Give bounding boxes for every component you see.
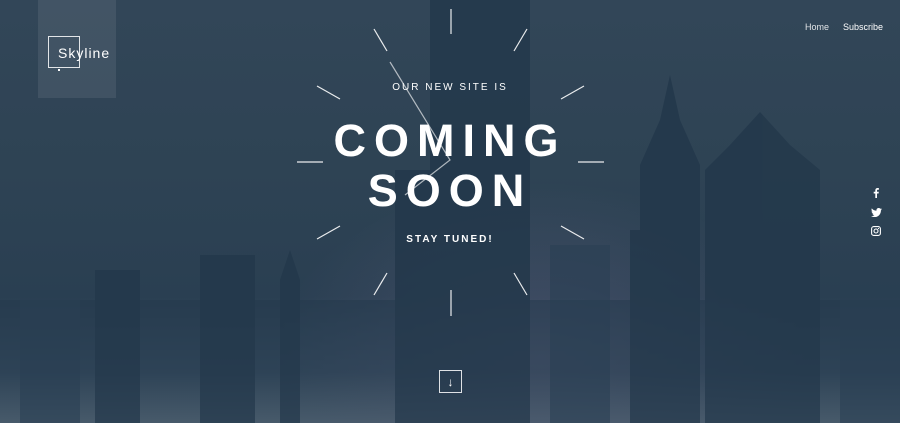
hero-eyebrow: OUR NEW SITE IS: [392, 82, 508, 93]
hero-title: COMING SOON: [0, 116, 900, 216]
arrow-down-icon: ↓: [447, 374, 454, 389]
hero-title-line-2: SOON: [367, 165, 533, 216]
hero-title-line-1: COMING: [333, 115, 567, 166]
scroll-down-button[interactable]: ↓: [439, 370, 462, 393]
hero-tagline: STAY TUNED!: [406, 234, 494, 245]
